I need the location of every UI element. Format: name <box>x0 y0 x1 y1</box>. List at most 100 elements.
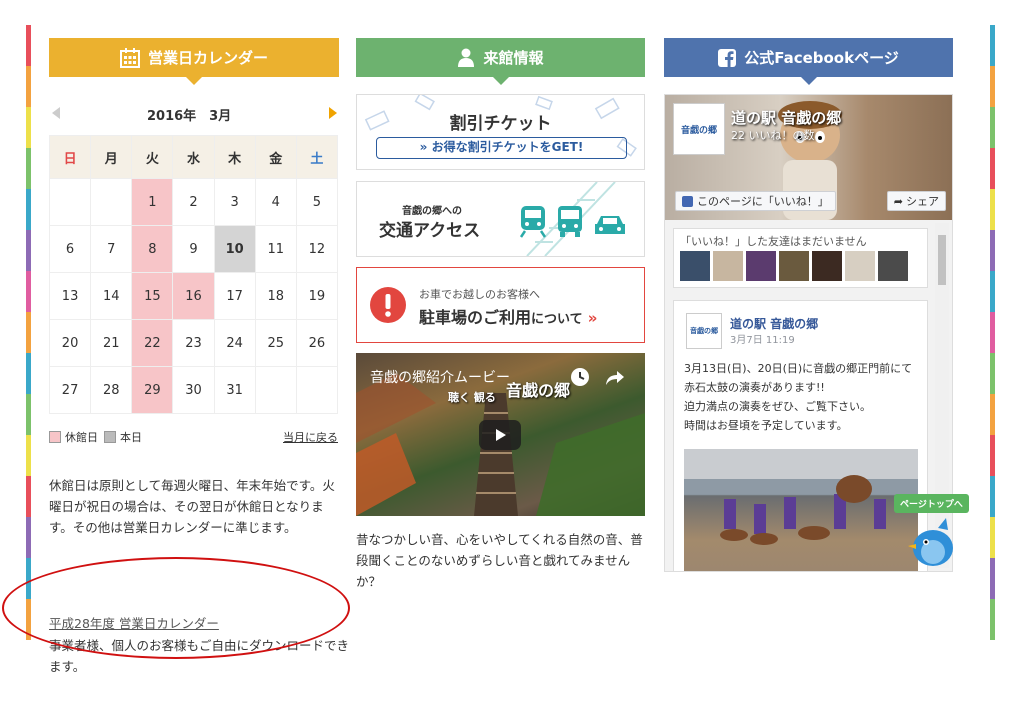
info-header-title: 来館情報 <box>483 49 544 67</box>
facebook-icon <box>718 48 737 67</box>
access-title: 交通アクセス <box>379 221 481 241</box>
month-label: 2016年 3月 <box>147 109 232 124</box>
calendar-day: 17 <box>213 272 256 320</box>
share-icon[interactable] <box>605 369 625 387</box>
video-title: 音戯の郷紹介ムービー <box>370 370 510 386</box>
post-author[interactable]: 道の駅 音戯の郷 <box>730 315 818 332</box>
ticket-get-button[interactable]: » お得な割引チケットをGET! <box>376 137 627 159</box>
page-likes: 22 いいね！の数 <box>731 129 815 142</box>
parking-banner[interactable]: お車でお越しのお客様へ 駐車場のご利用について » <box>356 267 645 343</box>
scrollbar-thumb[interactable] <box>938 235 946 285</box>
calendar-day: 2 <box>172 178 215 226</box>
avatar[interactable] <box>878 251 908 281</box>
legend-closed-label: 休館日 <box>65 431 98 444</box>
avatar[interactable] <box>746 251 776 281</box>
calendar-day: 11 <box>254 225 297 273</box>
calendar-day: 15 <box>131 272 174 320</box>
avatar[interactable] <box>713 251 743 281</box>
calendar-day: 26 <box>295 319 339 367</box>
parking-title: 駐車場のご利用 <box>419 308 532 327</box>
page-name[interactable]: 道の駅 音戯の郷 <box>731 107 841 128</box>
back-to-current-month-link[interactable]: 当月に戻る <box>283 429 338 445</box>
calendar-day: 16 <box>172 272 215 320</box>
calendar-grid: 日 月 火 水 木 金 土 1 2 3 4 5 6 7 8 9 10 11 12 13 14 15 16 17 1… <box>48 135 339 414</box>
play-icon <box>496 429 506 441</box>
calendar-week-row: 12345 <box>48 178 339 226</box>
calendar-day: 19 <box>295 272 339 320</box>
calendar-empty-cell <box>295 366 339 414</box>
parking-subtitle: お車でお越しのお客様へ <box>419 288 540 301</box>
avatar[interactable] <box>845 251 875 281</box>
avatar[interactable] <box>812 251 842 281</box>
next-month-arrow[interactable] <box>329 107 337 119</box>
avatar[interactable] <box>779 251 809 281</box>
friend-avatars <box>680 251 908 281</box>
post-date[interactable]: 3月7日 11:19 <box>730 331 795 346</box>
weekday-sun: 日 <box>48 135 92 179</box>
like-page-button[interactable]: このページに「いいね！」 <box>675 191 836 211</box>
weekday-thu: 木 <box>213 135 256 179</box>
calendar-day: 5 <box>295 178 339 226</box>
weekday-wed: 水 <box>172 135 215 179</box>
calendar-empty-cell <box>90 178 133 226</box>
calendar-day: 21 <box>90 319 133 367</box>
right-color-stripe <box>990 25 995 640</box>
calendar-day: 3 <box>213 178 256 226</box>
legend-today-label: 本日 <box>120 431 142 444</box>
calendar-day: 29 <box>131 366 174 414</box>
calendar-day: 10 <box>213 225 256 273</box>
calendar-day: 23 <box>172 319 215 367</box>
calendar-day: 14 <box>90 272 133 320</box>
calendar-week-row: 20 21 22 23 24 25 26 <box>48 319 339 367</box>
bird-mascot-icon <box>908 518 953 566</box>
calendar-day: 7 <box>90 225 133 273</box>
avatar[interactable] <box>680 251 710 281</box>
facebook-cover: 音戯の郷 道の駅 音戯の郷 22 いいね！の数 このページに「いいね！」 ➦ シ… <box>665 95 952 220</box>
calendar-empty-cell <box>254 366 297 414</box>
weekday-tue: 火 <box>131 135 174 179</box>
share-button-label: シェア <box>906 195 939 208</box>
calendar-day: 25 <box>254 319 297 367</box>
play-button[interactable] <box>479 420 521 450</box>
share-arrow-icon: ➦ <box>893 194 903 208</box>
post-photo[interactable] <box>684 449 918 571</box>
calendar-icon <box>119 47 140 68</box>
calendar-month-nav: 2016年 3月 <box>49 105 338 125</box>
share-button[interactable]: ➦ シェア <box>886 191 946 211</box>
weekday-row: 日 月 火 水 木 金 土 <box>48 135 339 179</box>
parking-title-row: 駐車場のご利用について » <box>419 304 597 328</box>
access-banner[interactable]: 音戯の郷への 交通アクセス <box>356 181 645 257</box>
facebook-panel: 公式Facebookページ 音戯の郷 道の駅 音戯の郷 22 いいね！の数 この… <box>664 38 969 572</box>
weekday-sat: 土 <box>295 135 339 179</box>
discount-ticket-banner[interactable]: 割引チケット » お得な割引チケットをGET! <box>356 94 645 170</box>
page-top-button[interactable]: ページトップへ <box>894 494 972 574</box>
weekday-mon: 月 <box>90 135 133 179</box>
calendar-week-row: 6 7 8 9 10 11 12 <box>48 225 339 273</box>
legend-today-swatch <box>104 431 116 443</box>
legend-closed-swatch <box>49 431 61 443</box>
calendar-day: 24 <box>213 319 256 367</box>
highlight-circle <box>2 557 350 659</box>
calendar-panel: 営業日カレンダー 2016年 3月 日 月 火 水 木 金 土 12345678… <box>48 38 349 674</box>
calendar-day: 12 <box>295 225 339 273</box>
calendar-day: 30 <box>172 366 215 414</box>
calendar-day: 18 <box>254 272 297 320</box>
calendar-day: 28 <box>90 366 133 414</box>
calendar-day: 22 <box>131 319 174 367</box>
clock-icon[interactable] <box>570 367 590 387</box>
parking-suffix: について <box>531 312 583 327</box>
post-avatar[interactable]: 音戯の郷 <box>686 313 722 349</box>
prev-month-arrow[interactable] <box>52 107 60 119</box>
info-panel: 来館情報 割引チケット » お得な割引チケットをGET! 音戯の郷への 交通アク… <box>356 38 645 589</box>
bus-icon <box>558 206 582 237</box>
calendar-day: 13 <box>48 272 92 320</box>
facebook-small-icon <box>682 195 693 207</box>
calendar-day: 1 <box>131 178 174 226</box>
calendar-day: 20 <box>48 319 92 367</box>
calendar-day: 8 <box>131 225 174 273</box>
car-icon <box>595 216 625 234</box>
intro-video-player[interactable]: 音戯の郷紹介ムービー 音戯の郷 聴く 観る <box>356 353 645 516</box>
page-logo[interactable]: 音戯の郷 <box>673 103 725 155</box>
exclamation-icon <box>370 287 406 323</box>
calendar-day: 9 <box>172 225 215 273</box>
